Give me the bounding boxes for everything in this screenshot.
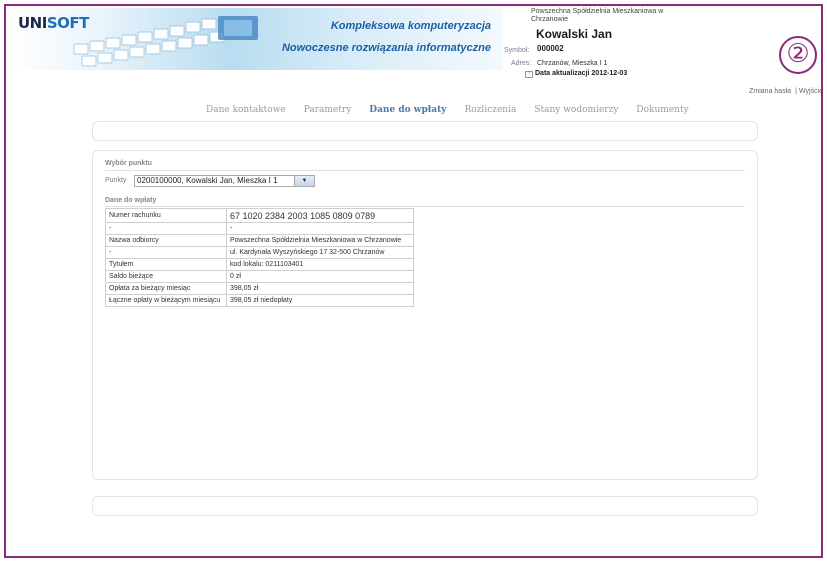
row-value: 67 1020 2384 2003 1085 0809 0789 bbox=[226, 208, 414, 223]
point-select-label: Punkty bbox=[105, 177, 127, 184]
payment-data-table: Numer rachunku 67 1020 2384 2003 1085 080… bbox=[105, 208, 414, 307]
top-panel bbox=[92, 121, 758, 141]
row-key: Łączne opłaty w bieżącym miesiącu bbox=[105, 294, 227, 307]
coop-name: Powszechna Spółdzielnia Mieszkaniowa w C… bbox=[531, 8, 664, 23]
logo-text-soft: SOFT bbox=[46, 14, 90, 32]
row-key: - bbox=[105, 222, 227, 235]
app-frame: UNISOFT Kompleksowa komputeryzacja Nowoc… bbox=[4, 4, 823, 558]
row-value: Powszechna Spółdzielnia Mieszkaniowa w C… bbox=[226, 234, 414, 247]
table-row: Saldo bieżące 0 zł bbox=[105, 270, 414, 283]
row-value: - bbox=[226, 222, 414, 235]
header-banner: UNISOFT Kompleksowa komputeryzacja Nowoc… bbox=[8, 8, 503, 70]
symbol-value: 000002 bbox=[537, 44, 564, 53]
address-label: Adres: bbox=[511, 60, 532, 67]
row-key: Nazwa odbiorcy bbox=[105, 234, 227, 247]
top-links: Zmiana hasła | Wyjście bbox=[747, 88, 821, 95]
step-number-badge: ② bbox=[779, 36, 817, 74]
table-row: Łączne opłaty w bieżącym miesiącu 398,05 … bbox=[105, 294, 414, 307]
table-row: Tytułem kod lokalu: 0211103401 bbox=[105, 258, 414, 271]
chevron-down-icon[interactable]: ▼ bbox=[294, 176, 314, 186]
row-key: Opłata za bieżący miesiąc bbox=[105, 282, 227, 295]
row-key: Tytułem bbox=[105, 258, 227, 271]
row-value: 0 zł bbox=[226, 270, 414, 283]
point-section-title: Wybór punktu bbox=[105, 160, 152, 167]
row-value: 398,05 zł bbox=[226, 282, 414, 295]
tab-settlements[interactable]: Rozliczenia bbox=[465, 105, 517, 115]
logout-link[interactable]: Wyjście bbox=[799, 88, 821, 95]
symbol-label: Symbol: bbox=[504, 47, 530, 54]
keyboard-illustration bbox=[73, 16, 258, 67]
tab-water-meters[interactable]: Stany wodomierzy bbox=[534, 105, 618, 115]
table-row: Opłata za bieżący miesiąc 398,05 zł bbox=[105, 282, 414, 295]
slogan-line-1: Kompleksowa komputeryzacja bbox=[330, 20, 491, 32]
change-password-link[interactable]: Zmiana hasła bbox=[749, 88, 791, 95]
divider bbox=[105, 170, 745, 171]
main-panel: Wybór punktu Punkty 0200100000, Kowalski… bbox=[92, 150, 758, 480]
payment-section-title: Dane do wpłaty bbox=[105, 197, 157, 204]
row-value: 398,05 zł niedopłaty bbox=[226, 294, 414, 307]
bottom-panel bbox=[92, 496, 758, 516]
slogan-line-2: Nowoczesne rozwiązania informatyczne bbox=[281, 42, 491, 54]
link-separator: | bbox=[795, 88, 797, 95]
table-row: Numer rachunku 67 1020 2384 2003 1085 080… bbox=[105, 208, 414, 223]
table-row: Nazwa odbiorcy Powszechna Spółdzielnia Mi… bbox=[105, 234, 414, 247]
tab-parameters[interactable]: Parametry bbox=[304, 105, 352, 115]
divider bbox=[105, 206, 745, 207]
main-tabs: Dane kontaktowe Parametry Dane do wpłaty… bbox=[206, 105, 689, 115]
client-name: Kowalski Jan bbox=[536, 27, 613, 41]
row-value: ul. Kardynała Wyszyńskiego 17 32-500 Chr… bbox=[226, 246, 414, 259]
help-icon[interactable]: ? bbox=[525, 71, 533, 78]
table-row: - ul. Kardynała Wyszyńskiego 17 32-500 Ch… bbox=[105, 246, 414, 259]
point-select[interactable]: 0200100000, Kowalski Jan, Mieszka I 1 ▼ bbox=[134, 175, 315, 187]
unisoft-logo: UNISOFT bbox=[18, 14, 89, 32]
row-key: Saldo bieżące bbox=[105, 270, 227, 283]
logo-text-uni: UNI bbox=[18, 14, 47, 32]
client-info: Powszechna Spółdzielnia Mieszkaniowa w C… bbox=[501, 8, 751, 86]
tab-payment-data[interactable]: Dane do wpłaty bbox=[369, 105, 446, 115]
tab-contact-data[interactable]: Dane kontaktowe bbox=[206, 105, 286, 115]
tab-documents[interactable]: Dokumenty bbox=[636, 105, 688, 115]
row-value: kod lokalu: 0211103401 bbox=[226, 258, 414, 271]
row-key: - bbox=[105, 246, 227, 259]
table-row: -- bbox=[105, 222, 414, 235]
address-value: Chrzanów, Mieszka I 1 bbox=[537, 60, 608, 67]
point-select-value: 0200100000, Kowalski Jan, Mieszka I 1 bbox=[137, 176, 278, 185]
row-key: Numer rachunku bbox=[105, 208, 227, 223]
update-date: Data aktualizacji 2012-12-03 bbox=[535, 70, 628, 77]
